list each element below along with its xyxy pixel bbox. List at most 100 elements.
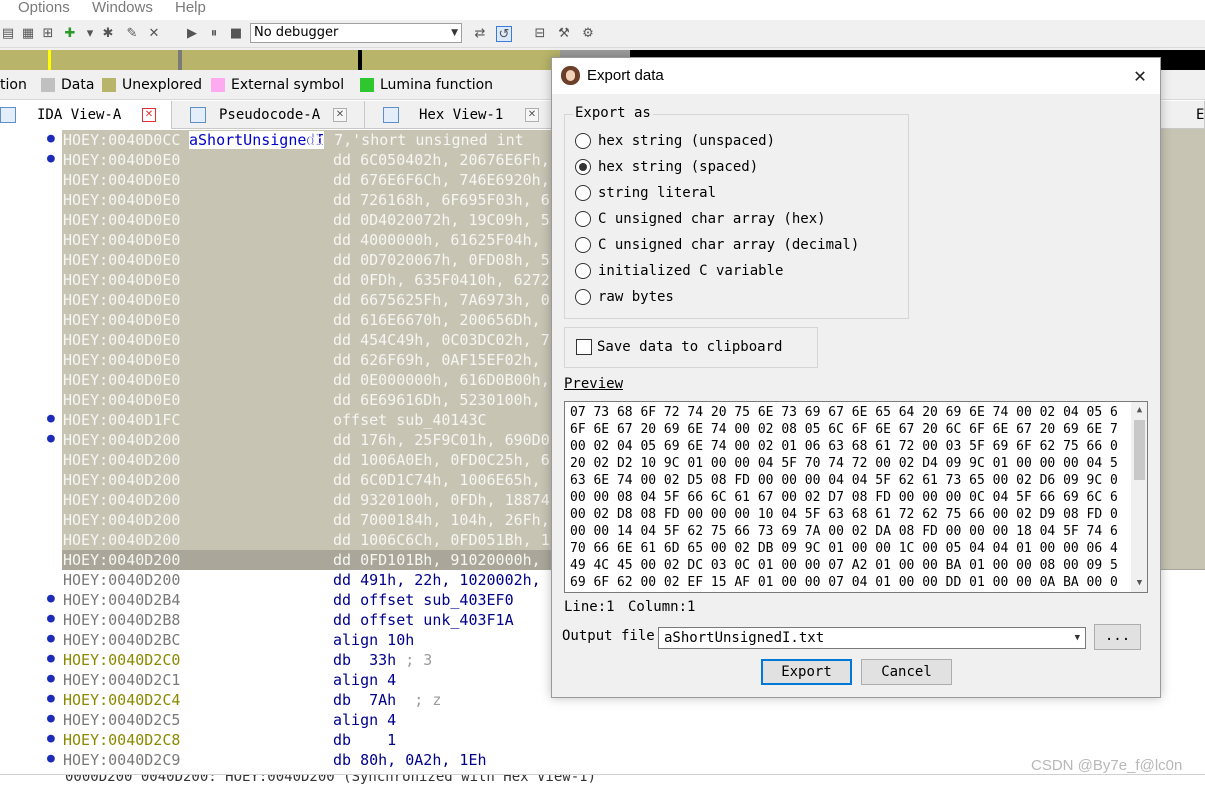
- output-file-combobox[interactable]: aShortUnsignedI.txt ▼: [658, 627, 1086, 649]
- row-instruction: dd 9320100h, 0FDh, 18874: [333, 491, 550, 509]
- tab-hex-view-1[interactable]: Hex View-1 ✕: [365, 101, 555, 129]
- tab-label: E: [1196, 107, 1205, 123]
- row-instruction: db 80h, 0A2h, 1Eh: [333, 751, 487, 769]
- radio-label[interactable]: string literal: [598, 185, 716, 201]
- radio-label[interactable]: C unsigned char array (hex): [598, 211, 826, 227]
- close-icon[interactable]: ✕: [142, 108, 156, 122]
- tools-icon[interactable]: ⚒: [556, 26, 572, 42]
- radio-button[interactable]: [575, 263, 591, 279]
- dialog-title: Export data: [587, 67, 664, 84]
- line-indicator: Line:1: [564, 599, 615, 615]
- preview-line: 69 6F 62 00 02 EF 15 AF 01 00 00 07 04 0…: [570, 575, 1118, 590]
- radio-button[interactable]: [575, 237, 591, 253]
- bullet-icon: ●: [47, 611, 55, 626]
- row-instruction: dd 6E69616Dh, 5230100h,: [333, 391, 541, 409]
- row-address: HOEY:0040D2C5: [63, 711, 181, 729]
- chevron-down-icon[interactable]: ▼: [1131, 575, 1147, 592]
- row-instruction: align 4: [333, 671, 397, 689]
- menu-windows[interactable]: Windows: [92, 0, 153, 16]
- struct-icon[interactable]: ⊞: [40, 26, 56, 42]
- chevron-down-icon[interactable]: ▼: [1075, 628, 1080, 648]
- sync-status-text: 0000D200 0040D200: HOEY:0040D200 (Synchr…: [65, 774, 597, 785]
- radio-button[interactable]: [575, 289, 591, 305]
- array-icon[interactable]: ▦: [20, 26, 36, 42]
- radio-label[interactable]: C unsigned char array (decimal): [598, 237, 859, 253]
- row-instruction: dd 626F69h, 0AF15EF02h,: [333, 351, 541, 369]
- bullet-icon: ●: [47, 411, 55, 426]
- bullet-icon: ●: [47, 751, 55, 766]
- row-instruction: dd 676E6F6Ch, 746E6920h,: [333, 171, 550, 189]
- add-icon[interactable]: ✚: [62, 26, 78, 42]
- clipboard-checkbox[interactable]: [576, 339, 592, 355]
- radio-label[interactable]: hex string (unspaced): [598, 133, 775, 149]
- radio-label[interactable]: hex string (spaced): [598, 159, 758, 175]
- pause-icon[interactable]: ⏸: [206, 26, 222, 42]
- menu-options[interactable]: Options: [18, 0, 70, 16]
- watermark: CSDN @By7e_f@lc0n: [1031, 757, 1183, 774]
- preview-textbox[interactable]: 07 73 68 6F 72 74 20 75 6E 73 69 67 6E 6…: [564, 401, 1148, 593]
- chevron-up-icon[interactable]: ▲: [1131, 402, 1147, 419]
- preview-line: 63 6E 74 00 02 D5 08 FD 00 00 00 04 04 5…: [570, 473, 1118, 488]
- settings-icon[interactable]: ⚙: [580, 26, 596, 42]
- row-address: HOEY:0040D0E0: [63, 251, 181, 269]
- export-button[interactable]: Export: [761, 659, 852, 685]
- menu-bar: Options Windows Help: [0, 0, 1205, 20]
- play-icon[interactable]: ▶: [184, 26, 200, 42]
- row-instruction: align 4: [333, 711, 397, 729]
- plugin-icon[interactable]: ✱: [100, 26, 116, 42]
- close-icon[interactable]: ✕: [333, 108, 347, 122]
- row-address: HOEY:0040D200: [63, 431, 181, 449]
- close-icon[interactable]: ✕: [146, 26, 162, 42]
- preview-line: 00 02 04 05 69 6E 74 00 02 01 06 63 68 6…: [570, 439, 1118, 454]
- dialog-titlebar[interactable]: Export data ✕: [552, 58, 1160, 94]
- row-address: HOEY:0040D200: [63, 571, 181, 589]
- database-icon[interactable]: ▤: [0, 26, 16, 42]
- row-address: HOEY:0040D200: [63, 471, 181, 489]
- scrollbar-thumb[interactable]: [1134, 420, 1145, 480]
- tab-exports[interactable]: E: [1160, 101, 1205, 129]
- app-avatar-icon: [561, 66, 580, 85]
- radio-button[interactable]: [575, 211, 591, 227]
- radio-label[interactable]: initialized C variable: [598, 263, 783, 279]
- menu-help[interactable]: Help: [175, 0, 206, 16]
- row-instruction: dd 1006A0Eh, 0FD0C25h, 6: [333, 451, 550, 469]
- radio-button[interactable]: [575, 185, 591, 201]
- close-icon[interactable]: ✕: [1128, 64, 1152, 88]
- attach-icon[interactable]: ⇄: [472, 26, 488, 42]
- graph-icon[interactable]: ⊟: [532, 26, 548, 42]
- cancel-button[interactable]: Cancel: [861, 659, 952, 685]
- legend-data-label: Data: [61, 77, 95, 93]
- row-address: HOEY:0040D0CC: [63, 131, 181, 149]
- preview-line: 00 00 08 04 5F 66 6C 61 67 00 02 D7 08 F…: [570, 490, 1118, 505]
- preview-scrollbar[interactable]: ▲ ▼: [1131, 402, 1147, 592]
- row-address: HOEY:0040D200: [63, 451, 181, 469]
- output-file-label: Output file: [562, 628, 655, 644]
- close-icon[interactable]: ✕: [525, 108, 539, 122]
- stop-icon[interactable]: ■: [228, 26, 244, 42]
- radio-button[interactable]: [575, 133, 591, 149]
- row-instruction: dd 6C050402h, 20676E6Fh,: [333, 151, 550, 169]
- tab-label: Pseudocode-A: [219, 107, 321, 123]
- radio-button[interactable]: [575, 159, 591, 175]
- bullet-icon: ●: [47, 131, 55, 146]
- debugger-select[interactable]: No debugger ▼: [250, 23, 462, 43]
- listing-row[interactable]: ● HOEY:0040D2C5 align 4: [0, 710, 1205, 730]
- listing-row[interactable]: ● HOEY:0040D2C9 db 80h, 0A2h, 1Eh: [0, 750, 1205, 770]
- tab-label: Hex View-1: [419, 107, 504, 123]
- row-label[interactable]: aShortUnsignedI: [189, 131, 325, 149]
- dropdown-arrow-icon[interactable]: ▾: [82, 26, 98, 42]
- row-address: HOEY:0040D2C4: [63, 691, 181, 709]
- row-address: HOEY:0040D1FC: [63, 411, 181, 429]
- edit-icon[interactable]: ✎: [124, 26, 140, 42]
- radio-label[interactable]: raw bytes: [598, 289, 674, 305]
- row-address: HOEY:0040D2B4: [63, 591, 181, 609]
- row-instruction: db 7,'short unsigned int: [307, 131, 524, 149]
- sync-icon[interactable]: ↺: [496, 26, 512, 42]
- tab-ida-view-a[interactable]: IDA View-A ✕: [0, 101, 172, 129]
- bullet-icon: ●: [47, 651, 55, 666]
- clipboard-label[interactable]: Save data to clipboard: [597, 339, 782, 355]
- listing-row[interactable]: ● HOEY:0040D2C8 db 1: [0, 730, 1205, 750]
- export-data-dialog: Export data ✕ Export as hex string (unsp…: [551, 57, 1161, 698]
- tab-pseudocode-a[interactable]: Pseudocode-A ✕: [172, 101, 365, 129]
- browse-button[interactable]: ...: [1094, 624, 1141, 650]
